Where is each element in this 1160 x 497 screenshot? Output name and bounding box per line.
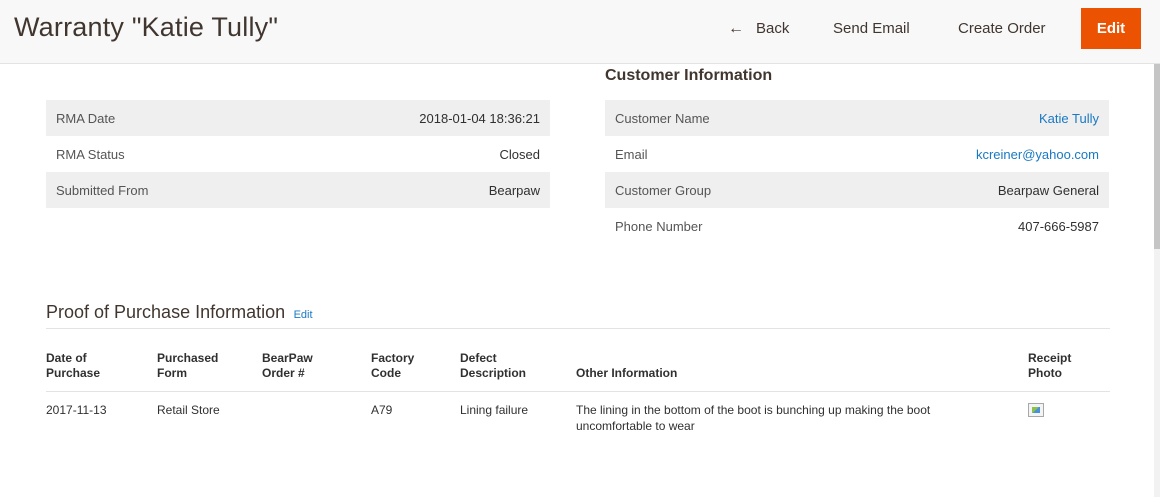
rma-date-value: 2018-01-04 18:36:21 [269, 100, 550, 136]
rma-date-label: RMA Date [46, 100, 270, 136]
table-row: Phone Number 407-666-5987 [605, 208, 1109, 244]
customer-name-link[interactable]: Katie Tully [1039, 111, 1099, 126]
col-receipt-photo: Receipt Photo [1028, 345, 1110, 392]
submitted-from-label: Submitted From [46, 172, 270, 208]
table-row: Customer Group Bearpaw General [605, 172, 1109, 208]
col-defect-line1: Defect [460, 351, 497, 365]
customer-name-label: Customer Name [605, 100, 831, 136]
col-other-information: Other Information [576, 345, 1028, 392]
col-date-line1: Date of [46, 351, 87, 365]
col-receipt-line2: Photo [1028, 366, 1062, 380]
cell-purchased-form: Retail Store [157, 403, 220, 417]
col-order-line1: BearPaw [262, 351, 313, 365]
back-button[interactable]: ← Back [728, 8, 789, 49]
phone-number-value: 407-666-5987 [1018, 218, 1099, 234]
col-bearpaw-order: BearPaw Order # [262, 345, 371, 392]
email-cell: kcreiner@yahoo.com [831, 136, 1109, 172]
customer-info-table: Customer Name Katie Tully Email kcreiner… [605, 100, 1109, 244]
table-row: RMA Date 2018-01-04 18:36:21 [46, 100, 550, 136]
table-row: RMA Status Closed [46, 136, 550, 172]
create-order-button[interactable]: Create Order [958, 8, 1046, 49]
proof-edit-link[interactable]: Edit [294, 309, 313, 321]
col-purchased-form: Purchased Form [157, 345, 262, 392]
col-factory-line1: Factory [371, 351, 415, 365]
proof-of-purchase-table: Date of Purchase Purchased Form BearPaw … [46, 345, 1110, 440]
col-defect-line2: Description [460, 366, 527, 380]
cell-other-information: The lining in the bottom of the boot is … [576, 392, 1028, 441]
proof-of-purchase-title: Proof of Purchase Information [46, 302, 286, 322]
col-date-line2: Purchase [46, 366, 101, 380]
cell-defect-description: Lining failure [460, 403, 529, 417]
proof-of-purchase-heading: Proof of Purchase Information Edit [46, 302, 1110, 329]
table-row: 2017-11-13 Retail Store A79 Lining failu… [46, 392, 1110, 441]
cell-date-of-purchase: 2017-11-13 [46, 403, 107, 417]
send-email-button[interactable]: Send Email [833, 8, 910, 49]
col-date-of-purchase: Date of Purchase [46, 345, 157, 392]
col-defect-description: Defect Description [460, 345, 576, 392]
rma-status-label: RMA Status [56, 146, 125, 162]
cell-factory-code: A79 [371, 403, 393, 417]
email-label: Email [615, 146, 648, 162]
col-other-line1: Other Information [576, 366, 678, 380]
edit-button[interactable]: Edit [1081, 8, 1141, 49]
submitted-from-value: Bearpaw [269, 172, 550, 208]
rma-info-table: RMA Date 2018-01-04 18:36:21 RMA Status … [46, 100, 550, 208]
cell-bearpaw-order [262, 392, 371, 441]
col-form-line1: Purchased [157, 351, 219, 365]
page-header: Warranty "Katie Tully" ← Back Send Email… [0, 0, 1160, 64]
email-link[interactable]: kcreiner@yahoo.com [976, 147, 1099, 162]
broken-image-icon[interactable] [1028, 403, 1044, 417]
back-label: Back [756, 20, 790, 37]
customer-group-value: Bearpaw General [830, 172, 1109, 208]
customer-info-heading: Customer Information [605, 67, 773, 84]
col-factory-line2: Code [371, 366, 401, 380]
phone-number-label: Phone Number [615, 218, 703, 234]
other-info-line1: The lining in the bottom of the boot is … [576, 403, 931, 417]
table-row: Customer Name Katie Tully [605, 100, 1109, 136]
customer-group-label: Customer Group [605, 172, 831, 208]
col-factory-code: Factory Code [371, 345, 460, 392]
col-order-line2: Order # [262, 366, 305, 380]
customer-name-cell: Katie Tully [830, 100, 1109, 136]
table-header-row: Date of Purchase Purchased Form BearPaw … [46, 345, 1110, 392]
arrow-left-icon: ← [728, 19, 744, 37]
other-info-line2: uncomfortable to wear [576, 419, 695, 433]
scrollbar-thumb[interactable] [1154, 64, 1160, 249]
table-row: Email kcreiner@yahoo.com [605, 136, 1109, 172]
page-scrollbar[interactable] [1154, 64, 1160, 497]
col-form-line2: Form [157, 366, 187, 380]
rma-status-value: Closed [499, 146, 540, 162]
page-title: Warranty "Katie Tully" [14, 12, 279, 42]
table-row: Submitted From Bearpaw [46, 172, 550, 208]
col-receipt-line1: Receipt [1028, 351, 1072, 365]
cell-receipt-photo [1028, 392, 1110, 441]
